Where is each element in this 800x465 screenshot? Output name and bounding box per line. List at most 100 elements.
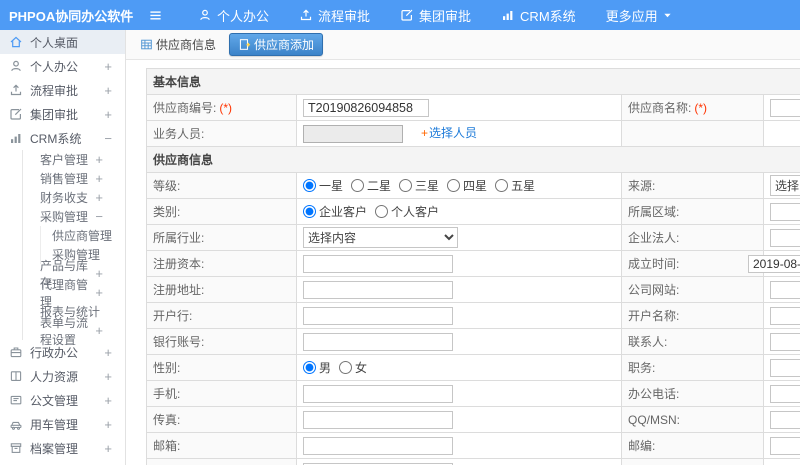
field-input[interactable] (770, 410, 800, 429)
field-input[interactable] (770, 436, 800, 455)
sidebar-item-crm-system[interactable]: CRM系统 − (0, 126, 125, 150)
radio-option[interactable]: 个人客户 (375, 203, 439, 220)
required-marker: (*) (219, 101, 233, 115)
field-label-cell: 注册资本: (146, 250, 297, 277)
sidebar-item-sales-mgmt[interactable]: 销售管理 + (0, 169, 125, 188)
sidebar-item-supplier-mgmt[interactable]: 供应商管理 (0, 226, 125, 245)
expand-toggle-icon[interactable]: + (104, 393, 112, 408)
field-cell (296, 406, 622, 433)
sidebar-item-archive-mgmt[interactable]: 档案管理 + (0, 436, 125, 460)
sidebar-item-group-approval[interactable]: 集团审批 + (0, 102, 125, 126)
field-input[interactable] (303, 332, 453, 351)
radio-option[interactable]: 四星 (447, 177, 487, 194)
form-row: 类别: 企业客户 个人客户 所属区域: (146, 198, 800, 225)
radio-input[interactable] (303, 360, 316, 374)
field-label-cell (621, 458, 764, 465)
radio-option[interactable]: 男 (303, 359, 331, 376)
field-select[interactable]: 选择内容 (770, 175, 800, 196)
main-content: 供应商信息供应商添加 基本信息供应商编号:(*)供应商名称:(*)业务人员:+选… (126, 30, 800, 465)
field-input[interactable] (770, 306, 800, 325)
sidebar-item-form-flow-setting[interactable]: 表单与流程设置 + (0, 316, 125, 347)
select-person-link[interactable]: 选择人员 (429, 126, 477, 140)
sidebar-item-vehicle-mgmt[interactable]: 用车管理 + (0, 412, 125, 436)
field-input[interactable] (303, 436, 453, 455)
sidebar-item-purchase-mgmt[interactable]: 采购管理 − (0, 207, 125, 226)
expand-toggle-icon[interactable]: − (95, 209, 103, 224)
field-input[interactable] (303, 384, 453, 403)
field-input[interactable] (770, 384, 800, 403)
field-input[interactable] (770, 280, 800, 299)
expand-toggle-icon[interactable]: + (104, 369, 112, 384)
sidebar-item-label: 流程审批 (30, 83, 79, 98)
sidebar-item-label: 个人办公 (30, 59, 79, 74)
hamburger-icon[interactable] (140, 9, 170, 22)
required-marker: (*) (694, 101, 708, 115)
expand-toggle-icon[interactable]: + (104, 107, 112, 122)
tab-supplier-info[interactable]: 供应商信息 (134, 33, 222, 56)
topnav-item-personal-office[interactable]: 个人办公 (198, 6, 269, 25)
radio-option[interactable]: 二星 (351, 177, 391, 194)
field-cell (296, 432, 622, 459)
expand-toggle-icon[interactable]: + (104, 417, 112, 432)
expand-toggle-icon[interactable]: + (104, 345, 112, 360)
expand-toggle-icon[interactable]: + (95, 285, 103, 300)
field-input[interactable] (303, 98, 429, 117)
topnav-item-group-approval[interactable]: 集团审批 (400, 6, 471, 25)
expand-toggle-icon[interactable]: + (104, 83, 112, 98)
radio-input[interactable] (399, 178, 413, 192)
expand-toggle-icon[interactable]: + (95, 152, 103, 167)
topnav-item-workflow-approval[interactable]: 流程审批 (299, 6, 370, 25)
field-label-cell: 开户名称: (621, 302, 764, 329)
expand-toggle-icon[interactable]: + (104, 59, 112, 74)
sidebar-item-personal-office[interactable]: 个人办公 + (0, 54, 125, 78)
sidebar-item-agent-mgmt[interactable]: 代理商管理 + (0, 278, 125, 309)
edit-icon (400, 8, 414, 22)
expand-toggle-icon[interactable]: + (104, 441, 112, 456)
field-select[interactable]: 选择内容 (303, 227, 458, 248)
radio-input[interactable] (447, 178, 461, 192)
expand-toggle-icon[interactable]: + (95, 171, 103, 186)
sidebar-item-customer-mgmt[interactable]: 客户管理 + (0, 150, 125, 169)
radio-option[interactable]: 女 (339, 359, 367, 376)
field-input[interactable] (770, 98, 800, 117)
radio-input[interactable] (375, 204, 389, 218)
radio-label: 二星 (367, 178, 392, 193)
field-input[interactable] (303, 254, 453, 273)
sidebar-item-workflow-approval[interactable]: 流程审批 + (0, 78, 125, 102)
field-input[interactable] (303, 410, 453, 429)
topnav-item-more-apps[interactable]: 更多应用 (606, 6, 672, 25)
field-input[interactable] (770, 228, 800, 247)
radio-option[interactable]: 五星 (495, 177, 535, 194)
field-label-cell: 所属区域: (621, 198, 764, 225)
field-cell: 选择内容 (296, 224, 622, 251)
car-icon (9, 417, 23, 431)
expand-toggle-icon[interactable]: − (104, 131, 112, 146)
field-input[interactable] (770, 202, 800, 221)
tab-supplier-add[interactable]: 供应商添加 (229, 33, 324, 56)
radio-option[interactable]: 企业客户 (303, 203, 367, 220)
expand-toggle-icon[interactable]: + (95, 323, 103, 338)
radio-input[interactable] (303, 204, 316, 218)
sidebar-item-finance-io[interactable]: 财务收支 + (0, 188, 125, 207)
radio-option[interactable]: 一星 (303, 177, 343, 194)
field-input[interactable] (303, 306, 453, 325)
field-input[interactable] (770, 358, 800, 377)
sidebar-menu: 个人桌面 个人办公 + 流程审批 + 集团审批 + CRM系统 − 客户管理 + 销售管理 + 财务收支 +… (0, 30, 126, 465)
field-input[interactable] (770, 332, 800, 351)
field-input[interactable] (303, 280, 453, 299)
radio-input[interactable] (495, 178, 509, 192)
field-input[interactable] (748, 254, 800, 273)
sidebar-item-admin-office[interactable]: 行政办公 + (0, 340, 125, 364)
person-picker-input[interactable] (303, 124, 403, 143)
radio-input[interactable] (303, 178, 316, 192)
sidebar-item-doc-mgmt[interactable]: 公文管理 + (0, 388, 125, 412)
radio-option[interactable]: 三星 (399, 177, 439, 194)
topnav-item-crm-system[interactable]: CRM系统 (501, 6, 576, 25)
radio-input[interactable] (339, 360, 353, 374)
sidebar-item-personal-desktop[interactable]: 个人桌面 (0, 30, 125, 54)
topnav-label: 流程审批 (318, 8, 371, 24)
sidebar-item-hr[interactable]: 人力资源 + (0, 364, 125, 388)
expand-toggle-icon[interactable]: + (95, 266, 103, 281)
expand-toggle-icon[interactable]: + (95, 190, 103, 205)
radio-input[interactable] (351, 178, 365, 192)
